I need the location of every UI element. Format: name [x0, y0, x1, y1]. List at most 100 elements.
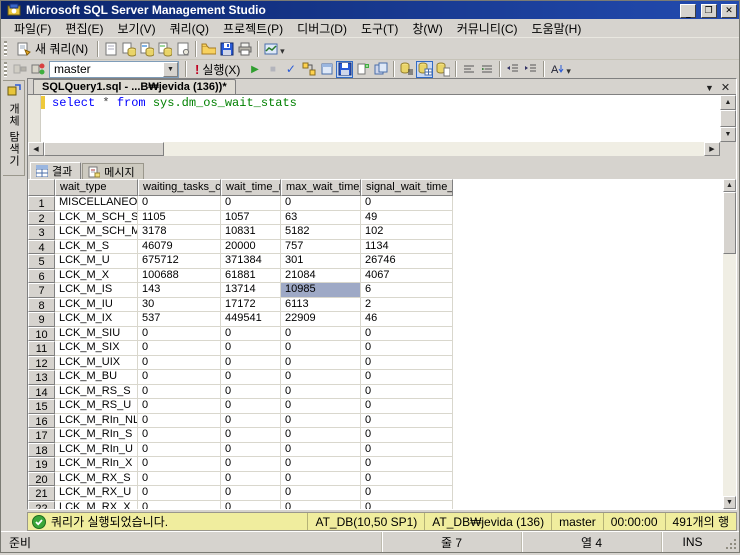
grid-cell[interactable]: 0 [361, 355, 453, 370]
grid-cell[interactable]: 0 [138, 442, 221, 457]
scroll-right-icon[interactable]: ▶ [704, 142, 720, 156]
row-header[interactable]: 10 [28, 326, 55, 341]
minimize-button[interactable]: _ [680, 4, 697, 19]
grid-cell[interactable]: 0 [281, 399, 361, 414]
grid-cell[interactable]: MISCELLANEOUS [55, 196, 138, 211]
toolbar-overflow-icon[interactable]: ▾ [566, 61, 576, 77]
column-header[interactable]: max_wait_time_ms [281, 179, 361, 196]
grid-cell[interactable]: 63 [281, 210, 361, 225]
grid-cell[interactable]: LCK_M_RS_S [55, 384, 138, 399]
row-header[interactable]: 8 [28, 297, 55, 312]
database-query-icon[interactable] [120, 40, 137, 57]
grid-cell[interactable]: 0 [281, 486, 361, 501]
grid-cell[interactable]: 449541 [221, 312, 281, 327]
grid-cell[interactable]: 0 [361, 413, 453, 428]
editor-horizontal-scrollbar[interactable]: ◀ ▶ [28, 142, 720, 156]
grid-cell[interactable]: 0 [221, 500, 281, 509]
grid-cell[interactable]: 5182 [281, 225, 361, 240]
grid-cell[interactable]: 0 [281, 370, 361, 385]
results-to-text-icon[interactable] [398, 61, 415, 78]
chevron-down-icon[interactable]: ▼ [163, 61, 178, 77]
grid-cell[interactable]: 0 [221, 370, 281, 385]
grid-cell[interactable]: 6113 [281, 297, 361, 312]
grid-cell[interactable]: 0 [361, 486, 453, 501]
grid-cell[interactable]: 21084 [281, 268, 361, 283]
grid-cell[interactable]: 102 [361, 225, 453, 240]
menu-item[interactable]: 창(W) [405, 18, 449, 39]
grid-vertical-scrollbar[interactable]: ▲ ▼ [723, 179, 736, 509]
grid-cell[interactable]: LCK_M_RS_U [55, 399, 138, 414]
object-explorer-tab[interactable]: 개체 탐색기 [3, 80, 25, 176]
grid-cell[interactable]: 6 [361, 283, 453, 298]
scroll-left-icon[interactable]: ◀ [28, 142, 44, 156]
column-header[interactable]: wait_time_ms [221, 179, 281, 196]
execute-button[interactable]: ! 실행(X) [190, 60, 245, 79]
grid-cell[interactable]: 675712 [138, 254, 221, 269]
grid-cell[interactable]: LCK_M_RIn_U [55, 442, 138, 457]
grid-cell[interactable]: LCK_M_RX_U [55, 486, 138, 501]
scrollbar-thumb[interactable] [44, 142, 164, 156]
grid-cell[interactable]: LCK_M_SCH_M [55, 225, 138, 240]
toolbar-grip[interactable] [4, 41, 7, 56]
tab-messages[interactable]: 메시지 [82, 163, 144, 179]
menu-item[interactable]: 프로젝트(P) [216, 18, 290, 39]
grid-cell[interactable]: 0 [281, 196, 361, 211]
row-header[interactable]: 18 [28, 442, 55, 457]
grid-cell[interactable]: LCK_M_IX [55, 312, 138, 327]
grid-cell[interactable]: 143 [138, 283, 221, 298]
grid-cell[interactable]: 0 [138, 326, 221, 341]
grid-cell[interactable]: LCK_M_U [55, 254, 138, 269]
grid-cell[interactable]: 0 [281, 384, 361, 399]
indent-icon[interactable] [522, 61, 539, 78]
close-button[interactable]: ✕ [721, 4, 737, 18]
template-parameters-icon[interactable] [354, 61, 371, 78]
grid-cell[interactable]: LCK_M_SIX [55, 341, 138, 356]
scroll-down-icon[interactable]: ▼ [723, 496, 736, 509]
grid-cell[interactable]: 61881 [221, 268, 281, 283]
grid-cell[interactable]: 13714 [221, 283, 281, 298]
row-header[interactable]: 21 [28, 486, 55, 501]
save-icon[interactable] [218, 40, 235, 57]
grid-cell[interactable]: 26746 [361, 254, 453, 269]
row-header[interactable]: 2 [28, 210, 55, 225]
grid-cell[interactable]: 0 [138, 399, 221, 414]
row-header[interactable]: 12 [28, 355, 55, 370]
grid-cell[interactable]: 0 [361, 428, 453, 443]
grid-cell[interactable]: 0 [221, 428, 281, 443]
grid-cell[interactable]: 0 [281, 326, 361, 341]
grid-cell[interactable]: 757 [281, 239, 361, 254]
grid-cell[interactable]: LCK_M_RIn_X [55, 457, 138, 472]
new-document-icon[interactable] [102, 40, 119, 57]
grid-cell[interactable]: 10985 [281, 283, 361, 298]
grid-cell[interactable]: 30 [138, 297, 221, 312]
resize-grip-icon[interactable] [723, 536, 739, 552]
row-header[interactable]: 6 [28, 268, 55, 283]
grid-cell[interactable]: LCK_M_X [55, 268, 138, 283]
grid-cell[interactable]: 4067 [361, 268, 453, 283]
menu-item[interactable]: 쿼리(Q) [163, 18, 216, 39]
grid-cell[interactable]: 0 [138, 486, 221, 501]
grid-cell[interactable]: 371384 [221, 254, 281, 269]
row-header[interactable]: 19 [28, 457, 55, 472]
grid-cell[interactable]: 0 [138, 196, 221, 211]
connect-icon[interactable] [11, 61, 28, 78]
row-header[interactable]: 13 [28, 370, 55, 385]
grid-cell[interactable]: 0 [221, 355, 281, 370]
grid-cell[interactable]: LCK_M_RX_X [55, 500, 138, 509]
grid-cell[interactable]: 0 [221, 196, 281, 211]
grid-cell[interactable]: 0 [221, 486, 281, 501]
grid-cell[interactable]: 0 [221, 442, 281, 457]
change-connection-icon[interactable] [29, 61, 46, 78]
row-header[interactable]: 14 [28, 384, 55, 399]
row-header[interactable]: 20 [28, 471, 55, 486]
column-header[interactable]: signal_wait_time_ms [361, 179, 453, 196]
grid-cell[interactable]: LCK_M_RX_S [55, 471, 138, 486]
outdent-icon[interactable] [504, 61, 521, 78]
grid-cell[interactable]: 0 [281, 471, 361, 486]
toolbar-overflow-icon[interactable]: ▾ [280, 41, 290, 57]
grid-cell[interactable]: 0 [361, 457, 453, 472]
grid-cell[interactable]: 100688 [138, 268, 221, 283]
scroll-down-icon[interactable]: ▼ [720, 127, 736, 142]
uncomment-icon[interactable] [478, 61, 495, 78]
activity-monitor-icon[interactable] [262, 40, 279, 57]
